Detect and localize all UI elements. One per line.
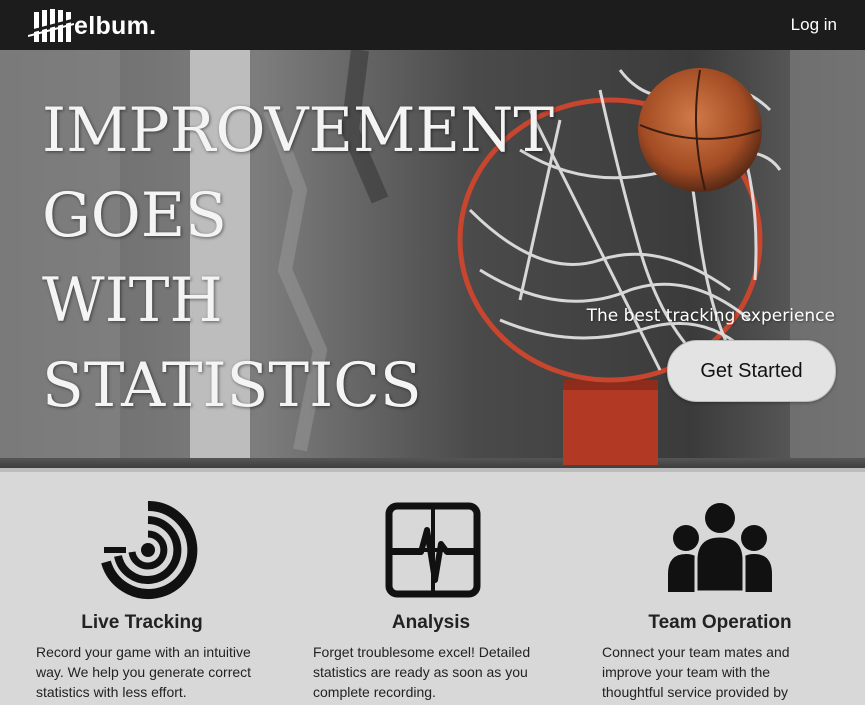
headline-line: IMPROVEMENT: [42, 95, 555, 166]
feature-description-line: statistics are ready as soon as you: [313, 664, 528, 680]
landing-page: elbum. Log in IMPROVEMENT GOES WITH STAT…: [0, 0, 865, 705]
get-started-button[interactable]: Get Started: [667, 340, 836, 402]
feature-description-line: Record your game with an intuitive: [36, 644, 251, 660]
login-link[interactable]: Log in: [791, 15, 837, 35]
feature-description: Forget troublesome excel! Detailed stati…: [313, 642, 530, 702]
feature-description-line: improve your team with the: [602, 664, 771, 680]
feature-title: Team Operation: [648, 612, 792, 633]
top-navbar: elbum. Log in: [0, 0, 865, 50]
analysis-pulse-chart-icon: [385, 502, 481, 598]
feature-description-line: statistics with less effort.: [36, 684, 187, 700]
headline-line: STATISTICS: [42, 350, 422, 421]
logo-bars-icon: [28, 9, 74, 42]
feature-description-line: complete recording.: [313, 684, 436, 700]
feature-title: Live Tracking: [81, 612, 203, 633]
hero-headline: IMPROVEMENT GOES WITH STATISTICS: [42, 88, 554, 428]
feature-description-line: way. We help you generate correct: [36, 664, 252, 680]
headline-line: GOES: [42, 180, 228, 251]
team-people-icon: [668, 503, 772, 594]
hero-tagline: The best tracking experience: [586, 306, 835, 326]
feature-title: Analysis: [391, 612, 471, 633]
brand-logo[interactable]: elbum.: [28, 6, 156, 46]
feature-description-line: Forget troublesome excel! Detailed: [313, 644, 531, 660]
hero-banner: IMPROVEMENT GOES WITH STATISTICS The bes…: [0, 50, 865, 470]
live-tracking-radar-icon: [101, 500, 198, 599]
feature-description: Connect your team mates and improve your…: [602, 642, 790, 702]
feature-description-line: Connect your team mates and: [602, 644, 790, 660]
feature-description: Record your game with an intuitive way. …: [36, 642, 251, 702]
feature-description-line: thoughtful service provided by: [602, 684, 788, 700]
headline-line: WITH: [42, 265, 223, 336]
features-section: Live Tracking Record your game with an i…: [0, 472, 865, 705]
brand-name: elbum.: [74, 11, 157, 40]
